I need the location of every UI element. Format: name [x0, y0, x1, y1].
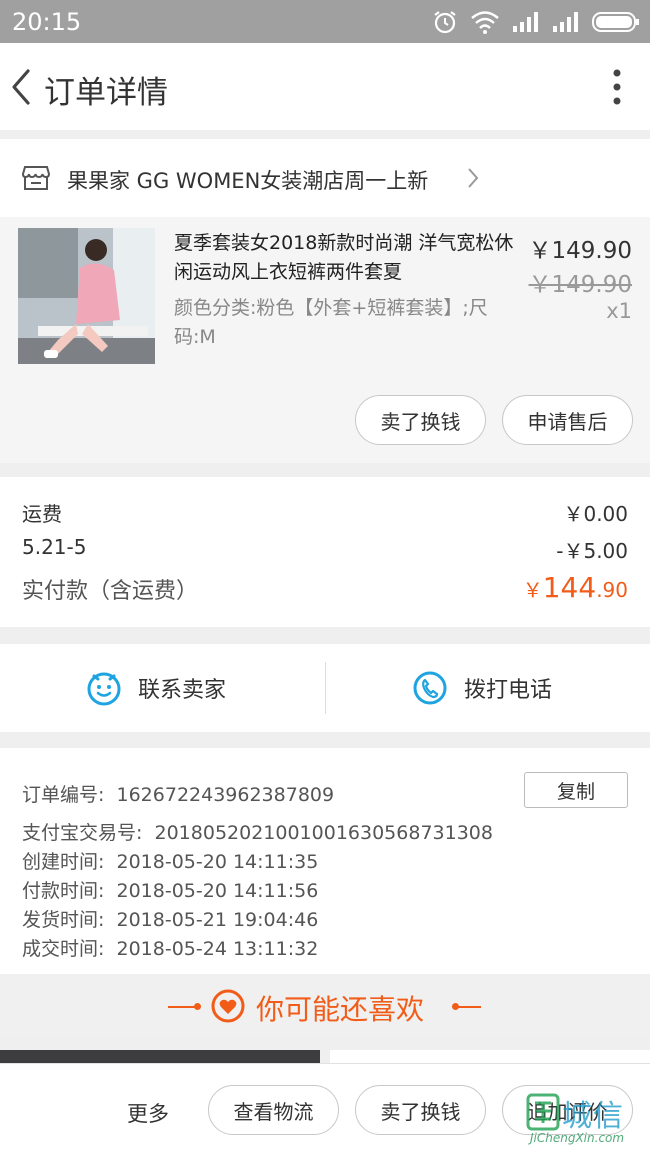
status-bar: 20:15	[0, 0, 650, 43]
completed-time-label: 成交时间:	[22, 938, 105, 960]
contact-divider	[325, 662, 326, 714]
wifi-icon	[471, 11, 499, 34]
paid-integer: 144	[542, 571, 597, 604]
paid-decimal: .90	[596, 578, 628, 602]
discount-label: 5.21-5	[22, 535, 87, 559]
shop-name[interactable]: 果果家 GG WOMEN女装潮店周一上新	[67, 165, 428, 195]
recommend-line-right	[457, 1006, 481, 1008]
view-logistics-button[interactable]: 查看物流	[208, 1085, 339, 1135]
order-info-row: 订单编号: 162672243962387809	[22, 780, 334, 807]
page-title: 订单详情	[44, 75, 168, 111]
paid-value: ￥144.90	[523, 571, 628, 604]
created-time-value: 2018-05-20 14:11:35	[116, 851, 319, 873]
fee-summary: 运费 ￥0.00 5.21-5 -￥5.00 实付款（含运费） ￥144.90	[0, 477, 650, 627]
paid-currency: ￥	[522, 578, 543, 602]
recommend-title: 你可能还喜欢	[256, 993, 425, 1026]
sell-button[interactable]: 卖了换钱	[355, 395, 486, 445]
shipped-time-label: 发货时间:	[22, 909, 105, 931]
call-phone-label[interactable]: 拨打电话	[464, 672, 552, 704]
chat-face-icon	[87, 672, 121, 706]
recommend-dot-left	[194, 1003, 201, 1010]
order-info-row: 发货时间: 2018-05-21 19:04:46	[22, 905, 318, 932]
alipay-trade-value: 2018052021001001630568731308	[154, 822, 493, 844]
watermark-logo-icon	[526, 1093, 560, 1131]
after-sale-button[interactable]: 申请售后	[502, 395, 633, 445]
call-phone-button[interactable]: 拨打电话	[412, 644, 552, 732]
status-icons	[432, 9, 640, 35]
shipping-value: ￥0.00	[563, 502, 628, 526]
alipay-trade-label: 支付宝交易号:	[22, 822, 143, 844]
contact-bar: 联系卖家 拨打电话	[0, 644, 650, 732]
phone-icon	[413, 671, 447, 705]
paid-label: 实付款（含运费）	[22, 579, 199, 604]
paid-time-label: 付款时间:	[22, 880, 105, 902]
order-number-label: 订单编号:	[22, 784, 105, 806]
heart-icon	[211, 989, 245, 1023]
recommend-line-left	[168, 1006, 196, 1008]
completed-time-value: 2018-05-24 13:11:32	[116, 938, 319, 960]
more-menu-icon[interactable]	[610, 69, 624, 105]
paid-time-value: 2018-05-20 14:11:56	[116, 880, 319, 902]
product-original-price: ￥149.90	[528, 272, 632, 298]
more-button[interactable]: 更多	[127, 1098, 169, 1128]
order-number-value: 162672243962387809	[116, 784, 335, 806]
app-header: 订单详情	[0, 43, 650, 130]
shop-row[interactable]: 果果家 GG WOMEN女装潮店周一上新	[0, 139, 650, 217]
discount-value: -￥5.00	[556, 539, 628, 563]
watermark-en: JiChengXin.com	[530, 1131, 625, 1145]
order-info-row: 支付宝交易号: 2018052021001001630568731308	[22, 818, 493, 845]
contact-seller-label[interactable]: 联系卖家	[138, 672, 226, 704]
alarm-icon	[434, 11, 456, 34]
product-quantity: x1	[606, 299, 632, 323]
order-info: 订单编号: 162672243962387809 复制 支付宝交易号: 2018…	[0, 748, 650, 974]
chevron-right-icon[interactable]	[466, 167, 480, 189]
sell-button-bottom[interactable]: 卖了换钱	[355, 1085, 486, 1135]
signal-icon-2	[553, 12, 578, 32]
watermark: 城信 JiChengXin.com	[526, 1091, 644, 1151]
copy-button[interactable]: 复制	[524, 772, 628, 808]
shop-icon	[22, 166, 50, 190]
status-time: 20:15	[12, 8, 82, 36]
order-info-row: 付款时间: 2018-05-20 14:11:56	[22, 876, 318, 903]
order-info-row: 成交时间: 2018-05-24 13:11:32	[22, 934, 318, 961]
product-sku: 颜色分类:粉色【外套+短裤套装】;尺码:M	[174, 297, 488, 348]
shipped-time-value: 2018-05-21 19:04:46	[116, 909, 319, 931]
shipping-label: 运费	[22, 502, 62, 526]
watermark-cn: 城信	[562, 1099, 624, 1134]
contact-seller-button[interactable]: 联系卖家	[86, 644, 226, 732]
signal-icon	[513, 12, 538, 32]
battery-icon	[592, 12, 639, 32]
product-title[interactable]: 夏季套装女2018新款时尚潮 洋气宽松休闲运动风上衣短裤两件套夏	[174, 229, 514, 287]
recommend-header: 你可能还喜欢	[0, 977, 650, 1037]
back-arrow-icon[interactable]	[6, 65, 36, 109]
product-card[interactable]: 夏季套装女2018新款时尚潮 洋气宽松休闲运动风上衣短裤两件套夏 颜色分类:粉色…	[0, 217, 650, 463]
product-thumbnail[interactable]	[18, 228, 155, 364]
product-price: ￥149.90	[528, 238, 632, 264]
order-info-row: 创建时间: 2018-05-20 14:11:35	[22, 847, 318, 874]
created-time-label: 创建时间:	[22, 851, 105, 873]
